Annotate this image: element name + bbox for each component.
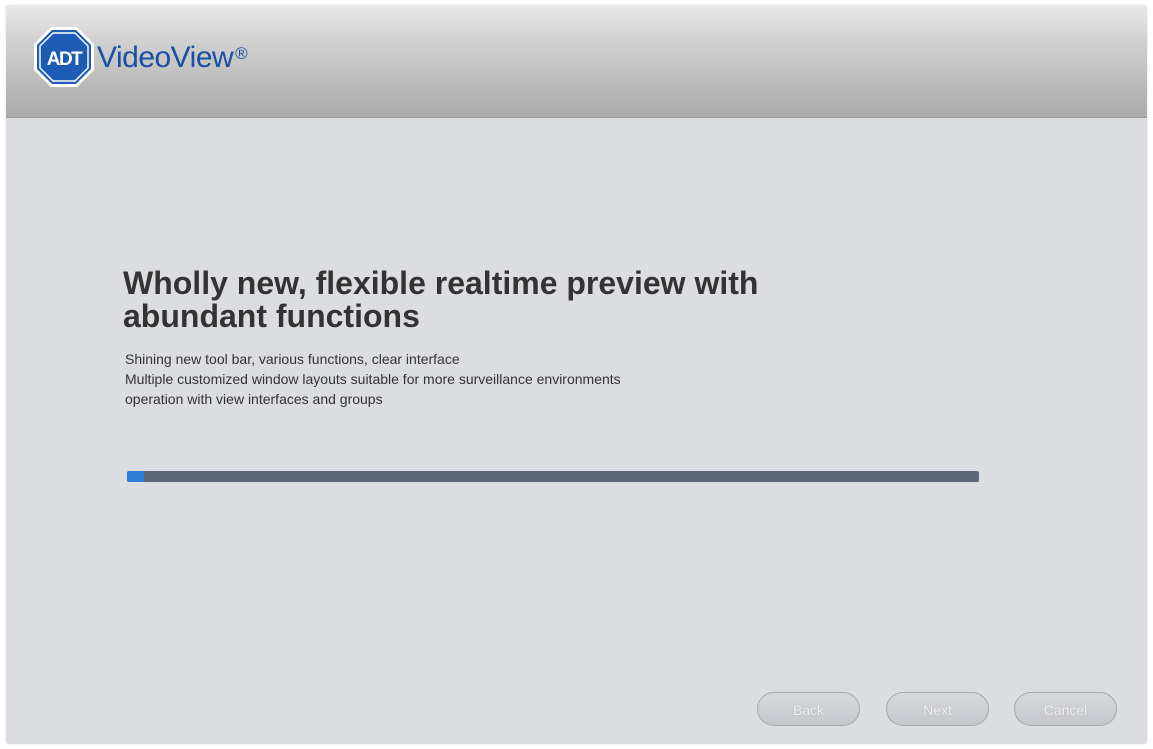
registered-mark: ® xyxy=(235,44,248,63)
adt-logo: ADT xyxy=(34,27,94,87)
description-line: Shining new tool bar, various functions,… xyxy=(125,351,460,367)
next-button[interactable]: Next xyxy=(886,692,989,726)
cancel-button[interactable]: Cancel xyxy=(1014,692,1117,726)
install-progress-bar xyxy=(127,471,979,482)
header-bar: ADT VideoView ® xyxy=(6,5,1147,118)
install-progress-fill xyxy=(127,471,145,482)
logo-text: ADT xyxy=(47,49,83,70)
feature-headline: Wholly new, flexible realtime preview wi… xyxy=(123,265,759,334)
brand-name: VideoView xyxy=(97,41,234,74)
description-line: operation with view interfaces and group… xyxy=(125,391,383,407)
description-line: Multiple customized window layouts suita… xyxy=(125,371,621,387)
brand-title: VideoView ® xyxy=(97,41,248,75)
back-button[interactable]: Back xyxy=(757,692,860,726)
installer-window: ADT VideoView ® Wholly new, flexible real… xyxy=(6,5,1147,744)
feature-description: Shining new tool bar, various functions,… xyxy=(125,349,885,409)
